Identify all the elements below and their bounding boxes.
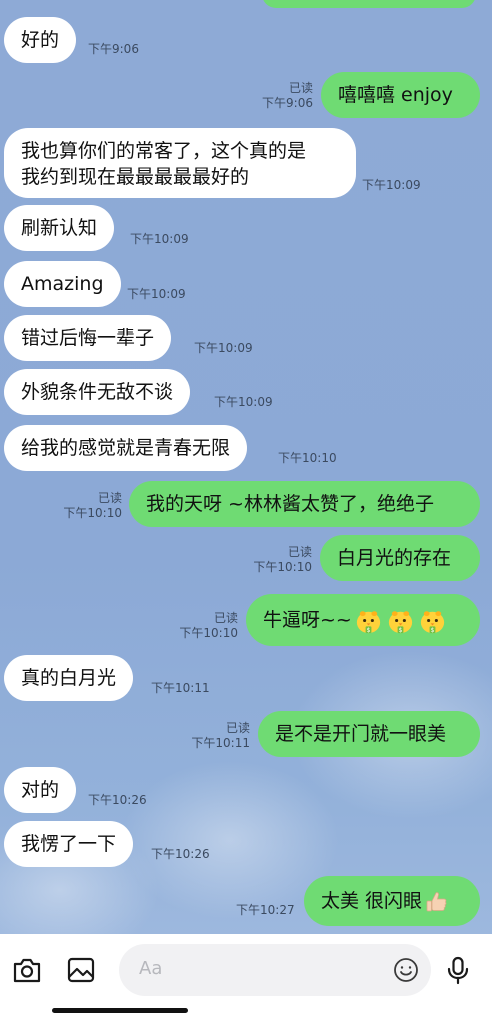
read-receipt: 已读 <box>213 611 238 625</box>
message-time: 下午10:26 <box>88 793 147 807</box>
incoming-message-bubble[interactable]: 刷新认知 <box>4 205 115 251</box>
outgoing-message-bubble[interactable]: 是不是开门就一眼美 <box>258 711 480 757</box>
message-text: 牛逼呀~~ <box>263 609 352 631</box>
outgoing-message-bubble[interactable]: 我的天呀 ~林林酱太赞了，绝绝子 <box>129 481 480 527</box>
message-time: 下午10:26 <box>151 847 210 861</box>
message-status: 已读 下午9:06 <box>253 81 313 111</box>
message-time: 下午10:09 <box>362 178 421 192</box>
message-line: 我也算你们的常客了，这个真的是 <box>21 140 307 162</box>
read-receipt: 已读 <box>287 545 312 559</box>
svg-text:$: $ <box>430 628 434 634</box>
message-toolbar: Aa <box>0 934 492 1024</box>
message-time: 下午10:10 <box>63 506 122 520</box>
message-time: 下午10:09 <box>194 341 253 355</box>
message-status: 已读 下午10:10 <box>58 491 122 521</box>
incoming-message-bubble[interactable]: 真的白月光 <box>4 655 134 701</box>
thumbs-up-emoji <box>426 891 447 911</box>
read-receipt: 已读 <box>225 721 250 735</box>
message-status: 已读 下午10:11 <box>186 721 250 751</box>
message-input[interactable]: Aa <box>119 944 431 996</box>
message-time: 下午10:11 <box>191 736 250 750</box>
image-icon[interactable] <box>65 954 97 986</box>
smiley-icon[interactable] <box>393 957 419 983</box>
chick-money-emoji: $ <box>388 611 412 634</box>
message-time: 下午10:27 <box>236 903 295 917</box>
home-indicator <box>52 1008 188 1013</box>
input-placeholder: Aa <box>139 958 163 979</box>
message-status: 已读 下午10:10 <box>248 545 312 575</box>
message-time: 下午9:06 <box>88 42 139 56</box>
read-receipt: 已读 <box>288 81 313 95</box>
message-status: 已读 下午10:10 <box>174 611 238 641</box>
camera-icon[interactable] <box>11 954 43 986</box>
message-line: 我约到现在最最最最最好的 <box>21 166 250 188</box>
message-time: 下午10:10 <box>179 626 238 640</box>
outgoing-message-bubble[interactable]: 牛逼呀~~ $ $ $ <box>246 594 480 646</box>
outgoing-message-bubble[interactable]: 太美 很闪眼 <box>304 876 480 926</box>
svg-text:$: $ <box>398 628 402 634</box>
chat-area[interactable]: 好的 下午9:06 已读 下午9:06 嘻嘻嘻 enjoy 我也算你们的常客了，… <box>0 0 492 934</box>
message-time: 下午10:10 <box>278 451 337 465</box>
incoming-message-bubble[interactable]: 错过后悔一辈子 <box>4 315 172 361</box>
message-text: 太美 很闪眼 <box>321 890 423 912</box>
message-time: 下午10:09 <box>214 395 273 409</box>
previous-message-bubble[interactable] <box>262 0 476 8</box>
message-time: 下午10:10 <box>253 560 312 574</box>
incoming-message-bubble[interactable]: 我愣了一下 <box>4 821 134 867</box>
chick-money-emoji: $ <box>356 611 380 634</box>
incoming-message-bubble[interactable]: 对的 <box>4 767 77 813</box>
message-time: 下午10:11 <box>151 681 210 695</box>
chick-money-emoji: $ <box>420 611 444 634</box>
read-receipt: 已读 <box>97 491 122 505</box>
message-time: 下午10:09 <box>127 287 186 301</box>
message-time: 下午9:06 <box>262 96 313 110</box>
microphone-icon[interactable] <box>442 954 474 986</box>
message-time: 下午10:09 <box>130 232 189 246</box>
incoming-message-bubble[interactable]: 外貌条件无敌不谈 <box>4 369 191 415</box>
outgoing-message-bubble[interactable]: 白月光的存在 <box>320 535 480 581</box>
incoming-message-bubble[interactable]: Amazing <box>4 261 121 307</box>
incoming-message-bubble[interactable]: 我也算你们的常客了，这个真的是 我约到现在最最最最最好的 <box>4 128 356 198</box>
outgoing-message-bubble[interactable]: 嘻嘻嘻 enjoy <box>321 72 480 118</box>
svg-text:$: $ <box>366 628 370 634</box>
incoming-message-bubble[interactable]: 给我的感觉就是青春无限 <box>4 425 248 471</box>
incoming-message-bubble[interactable]: 好的 <box>4 17 77 63</box>
